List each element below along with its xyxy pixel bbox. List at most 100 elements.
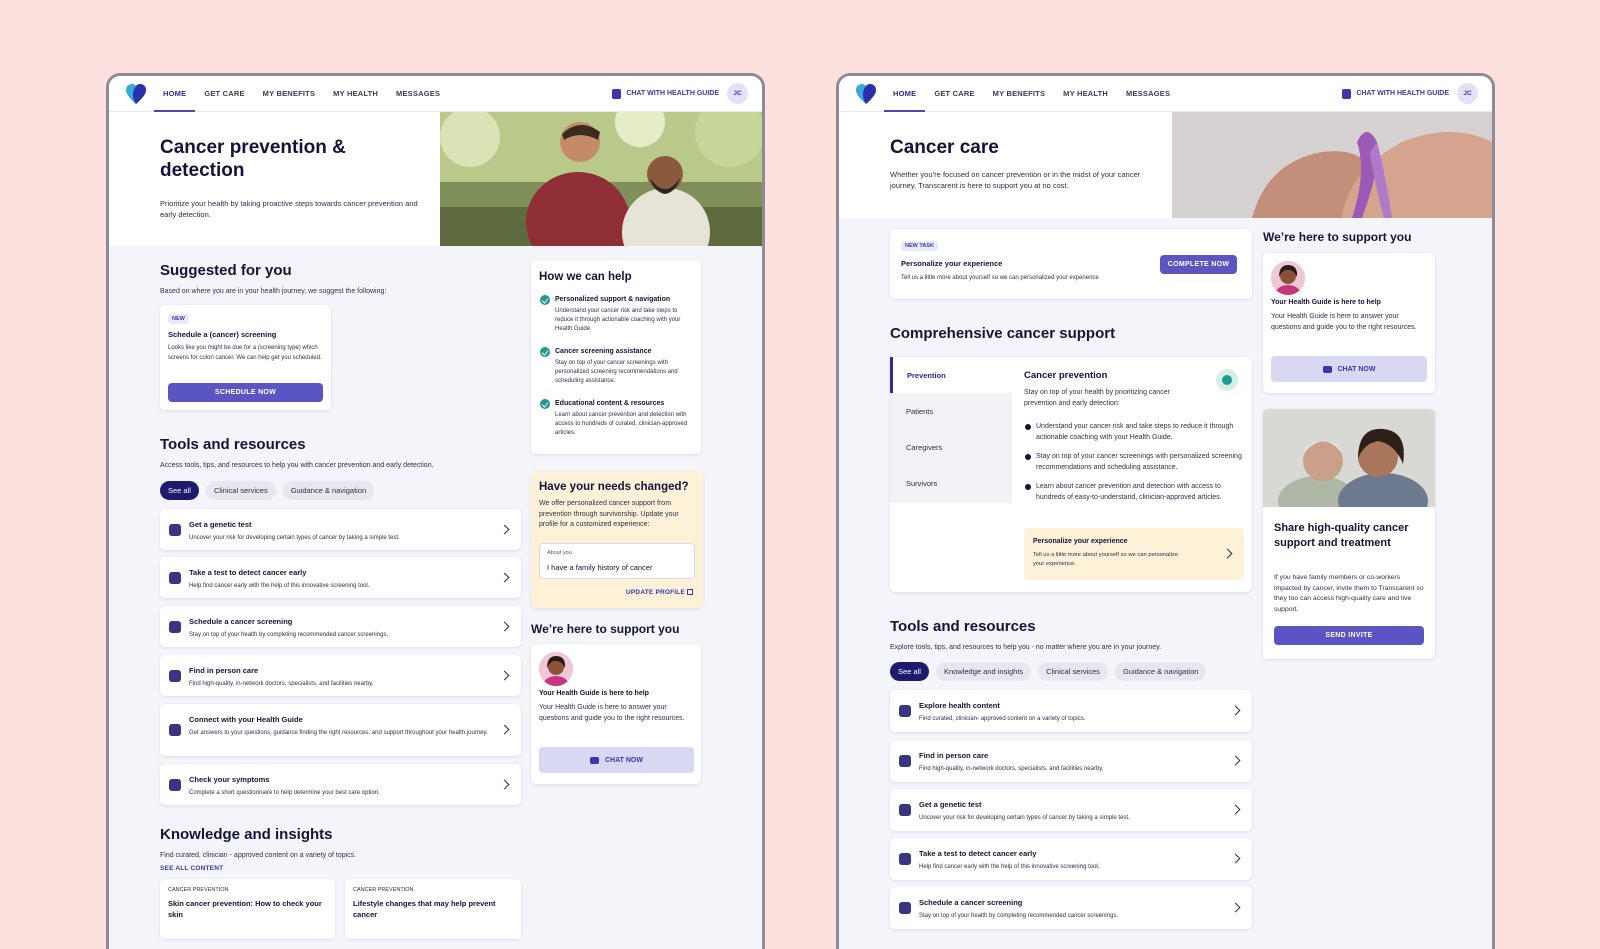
heart-shield-icon <box>1216 369 1238 391</box>
send-invite-button[interactable]: SEND INVITE <box>1274 626 1424 645</box>
task-body: Tell us a little more about yourself so … <box>901 275 1099 281</box>
chip-guidance-navigation[interactable]: Guidance & navigation <box>1114 662 1207 681</box>
nav-my-benefits[interactable]: MY BENEFITS <box>984 76 1055 112</box>
tools-title: Tools and resources <box>890 618 1036 635</box>
comprehensive-card: Prevention Patients Caregivers Survivors… <box>890 357 1252 592</box>
page-title: Cancer care <box>890 137 999 158</box>
chip-knowledge-insights[interactable]: Knowledge and insights <box>935 662 1032 681</box>
list-item-desc: Find curated, clinician- approved conten… <box>919 716 1086 722</box>
nav-my-benefits[interactable]: MY BENEFITS <box>254 76 325 112</box>
list-item[interactable]: Get a genetic test Uncover your risk for… <box>890 789 1252 831</box>
list-item-desc: Find high-quality, in-network doctors, s… <box>919 766 1104 772</box>
complete-now-button[interactable]: COMPLETE NOW <box>1160 255 1237 274</box>
suggested-subtitle: Based on where you are in your health jo… <box>160 288 387 295</box>
tools-list: Explore health content Find curated, cli… <box>890 690 1252 935</box>
bullet-dot <box>1025 424 1031 430</box>
list-item[interactable]: Check your symptoms Complete a short que… <box>160 764 521 805</box>
chip-see-all[interactable]: See all <box>160 481 199 500</box>
clinic-icon <box>899 804 911 816</box>
screen-cancer-prevention: HOME GET CARE MY BENEFITS MY HEALTH MESS… <box>106 73 765 949</box>
hero-image-runners <box>440 112 762 246</box>
list-item[interactable]: Get a genetic test Uncover your risk for… <box>160 509 521 550</box>
task-title: Personalize your experience <box>901 259 1003 268</box>
tab-patients[interactable]: Patients <box>890 393 1012 429</box>
about-you-label: About you <box>547 550 572 556</box>
hero-image-ribbon-hands <box>1172 112 1492 218</box>
chip-clinical-services[interactable]: Clinical services <box>1038 662 1108 681</box>
page-subtitle: Whether you’re focused on cancer prevent… <box>890 170 1141 190</box>
chat-icon <box>590 756 599 764</box>
nav-links: HOME GET CARE MY BENEFITS MY HEALTH MESS… <box>884 76 1179 112</box>
chip-guidance-navigation[interactable]: Guidance & navigation <box>282 481 375 500</box>
chip-clinical-services[interactable]: Clinical services <box>205 481 276 500</box>
new-badge: NEW <box>168 314 189 324</box>
personalize-banner[interactable]: Personalize your experience Tell us a li… <box>1024 528 1244 580</box>
logo-icon[interactable] <box>124 82 148 106</box>
list-item[interactable]: Take a test to detect cancer early Help … <box>890 838 1252 880</box>
chip-see-all[interactable]: See all <box>890 662 929 681</box>
list-item[interactable]: Find in person care Find high-quality, i… <box>160 655 521 696</box>
chat-guide-label: CHAT WITH HEALTH GUIDE <box>626 90 719 97</box>
tab-caregivers[interactable]: Caregivers <box>890 429 1012 465</box>
needs-title: Have your needs changed? <box>539 481 689 493</box>
tools-list: Get a genetic test Uncover your risk for… <box>160 509 521 809</box>
about-you-field[interactable]: About you I have a family history of can… <box>539 543 695 579</box>
list-item[interactable]: Explore health content Find curated, cli… <box>890 690 1252 732</box>
schedule-now-button[interactable]: SCHEDULE NOW <box>168 383 323 402</box>
update-profile-link[interactable]: UPDATE PROFILE <box>626 589 694 596</box>
article-card[interactable]: CANCER PREVENTION Lifestyle changes that… <box>345 879 521 939</box>
check-icon <box>540 399 550 409</box>
support-tabs: Prevention Patients Caregivers Survivors <box>890 357 1012 503</box>
list-item[interactable]: Schedule a cancer screening Stay on top … <box>890 887 1252 929</box>
nav-home[interactable]: HOME <box>154 76 196 112</box>
nav-get-care[interactable]: GET CARE <box>195 76 253 112</box>
chat-now-button[interactable]: CHAT NOW <box>1271 356 1427 382</box>
chevron-right-icon <box>499 621 510 631</box>
list-item-title: Find in person care <box>919 751 989 760</box>
personalize-title: Personalize your experience <box>1033 538 1128 545</box>
article-tag: CANCER PREVENTION <box>353 887 414 893</box>
bullet-dot <box>1025 454 1031 460</box>
heart-test-icon <box>899 853 911 865</box>
nav-links: HOME GET CARE MY BENEFITS MY HEALTH MESS… <box>154 76 449 112</box>
suggested-card-title: Schedule a (cancer) screening <box>168 330 277 339</box>
list-item-desc: Get answers to your questions, guidance … <box>189 730 488 736</box>
nav-home[interactable]: HOME <box>884 76 926 112</box>
chat-icon <box>1342 88 1352 99</box>
tab-survivors[interactable]: Survivors <box>890 465 1012 501</box>
chevron-right-icon <box>1230 755 1241 766</box>
check-icon <box>540 347 550 357</box>
nav-get-care[interactable]: GET CARE <box>925 76 983 112</box>
list-item-title: Check your symptoms <box>189 775 270 784</box>
list-item[interactable]: Connect with your Health Guide Get answe… <box>160 704 521 756</box>
user-avatar[interactable]: JC <box>1457 83 1478 104</box>
chat-with-health-guide-link[interactable]: CHAT WITH HEALTH GUIDE <box>1342 88 1449 99</box>
panel-title: Cancer prevention <box>1024 370 1108 381</box>
chevron-right-icon <box>1230 853 1241 864</box>
tools-subtitle: Access tools, tips, and resources to hel… <box>160 462 434 469</box>
list-item-title: Get a genetic test <box>189 520 252 529</box>
chat-now-label: CHAT NOW <box>605 756 643 764</box>
list-item[interactable]: Take a test to detect cancer early Help … <box>160 557 521 598</box>
needs-changed-card: Have your needs changed? We offer person… <box>531 471 703 608</box>
user-avatar[interactable]: JC <box>727 83 748 104</box>
nav-messages[interactable]: MESSAGES <box>387 76 449 112</box>
list-item-desc: Complete a short questionnaire to help d… <box>189 790 380 796</box>
tab-prevention[interactable]: Prevention <box>890 357 1012 393</box>
see-all-content-link[interactable]: SEE ALL CONTENT <box>160 865 223 872</box>
nav-my-health[interactable]: MY HEALTH <box>324 76 387 112</box>
chevron-right-icon <box>499 524 510 534</box>
health-guide-avatar <box>1271 261 1305 295</box>
nav-my-health[interactable]: MY HEALTH <box>1054 76 1117 112</box>
logo-icon[interactable] <box>854 82 878 106</box>
about-you-value: I have a family history of cancer <box>547 563 653 572</box>
list-item[interactable]: Find in person care Find high-quality, i… <box>890 740 1252 782</box>
top-nav: HOME GET CARE MY BENEFITS MY HEALTH MESS… <box>839 76 1492 112</box>
list-item[interactable]: Schedule a cancer screening Stay on top … <box>160 606 521 647</box>
nav-messages[interactable]: MESSAGES <box>1117 76 1179 112</box>
article-card[interactable]: CANCER PREVENTION Skin cancer prevention… <box>160 879 335 939</box>
chat-now-button[interactable]: CHAT NOW <box>539 747 694 773</box>
chat-with-health-guide-link[interactable]: CHAT WITH HEALTH GUIDE <box>612 88 719 99</box>
needs-body: We offer personalized cancer support fro… <box>539 500 679 528</box>
personalize-body: Tell us a little more about yourself so … <box>1033 552 1178 567</box>
